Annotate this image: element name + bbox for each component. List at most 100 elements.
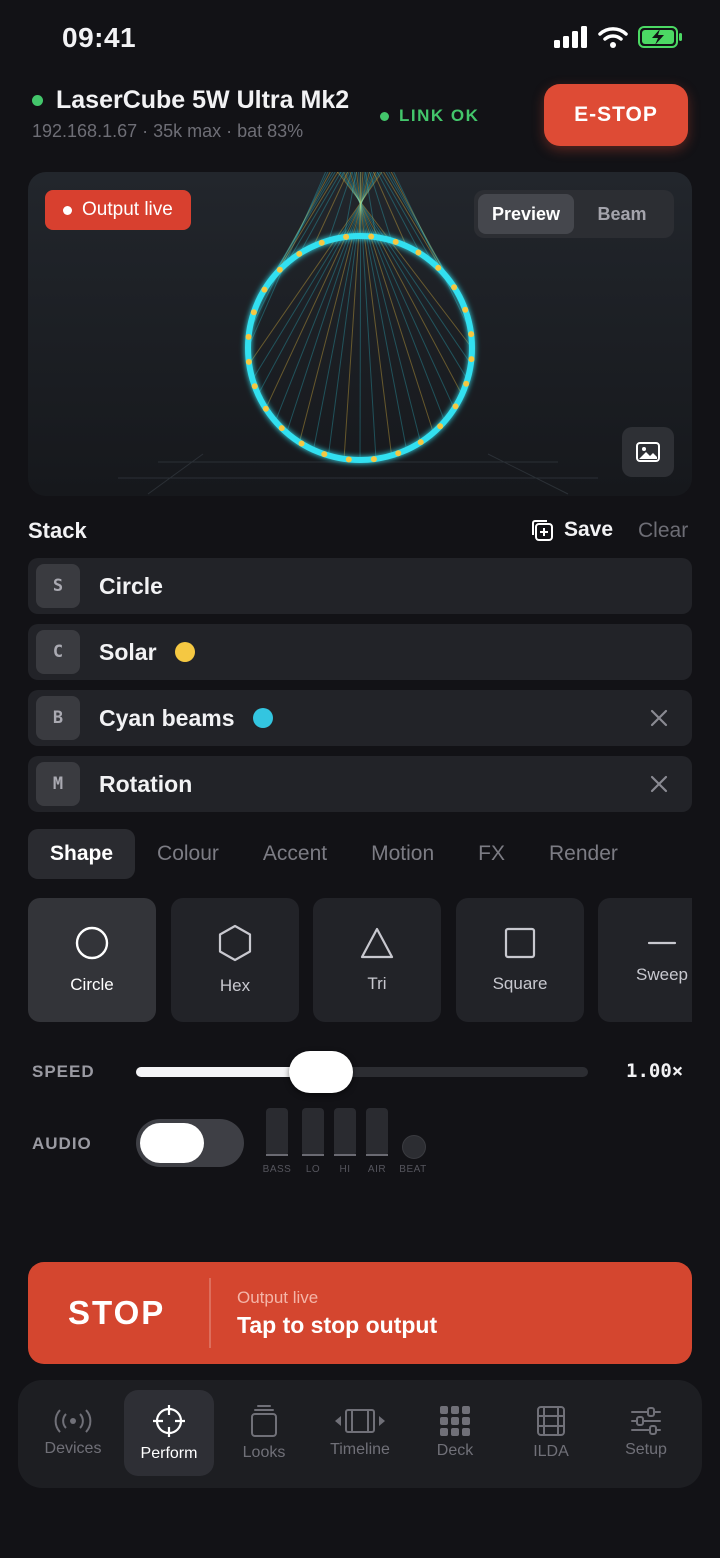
color-dot — [174, 642, 195, 662]
tab-shape[interactable]: Shape — [28, 829, 136, 879]
shape-label: Tri — [367, 974, 387, 993]
square-icon — [504, 927, 536, 959]
accent-point — [368, 233, 375, 240]
save-label: Save — [564, 518, 614, 541]
tab-render[interactable]: Render — [527, 829, 626, 879]
accent-point — [345, 456, 352, 463]
grid-icon — [440, 1406, 470, 1436]
shape-tile-circle[interactable]: Circle — [28, 898, 156, 1022]
battery-charging-icon — [638, 26, 682, 48]
stack-title: Stack — [28, 518, 87, 543]
remove-icon[interactable] — [648, 773, 670, 795]
meter-lo — [302, 1108, 324, 1156]
accent-point — [392, 238, 399, 245]
stack-item-label: Rotation — [99, 770, 193, 797]
meter-label-bass: BASS — [262, 1164, 292, 1175]
nav-label: Devices — [44, 1440, 102, 1457]
estop-button[interactable]: E-STOP — [544, 84, 688, 146]
nav-ilda[interactable]: ILDA — [506, 1390, 596, 1476]
speed-label: SPEED — [32, 1062, 95, 1081]
meter-air — [366, 1108, 388, 1156]
line-icon — [647, 941, 677, 945]
remove-icon[interactable] — [648, 707, 670, 729]
status-icons — [554, 26, 684, 48]
tab-accent[interactable]: Accent — [241, 829, 349, 879]
tab-fx[interactable]: FX — [456, 829, 527, 879]
nav-devices[interactable]: Devices — [28, 1390, 118, 1476]
link-status: LINK OK — [380, 106, 479, 126]
category-tabs: Shape Colour Accent Motion FX Render — [28, 829, 626, 879]
accent-point — [463, 380, 470, 387]
sliders-icon — [631, 1407, 661, 1435]
hexagon-icon — [218, 924, 252, 962]
device-name: LaserCube 5W Ultra Mk2 — [32, 86, 349, 115]
nav-deck[interactable]: Deck — [410, 1390, 500, 1476]
signal-icon — [554, 26, 587, 48]
stack-item-label: Circle — [99, 572, 163, 599]
nav-label: Perform — [140, 1445, 198, 1462]
shape-tile-sweep[interactable]: Sweep — [598, 898, 692, 1022]
accent-point — [435, 264, 442, 271]
accent-point — [245, 333, 252, 340]
status-time: 09:41 — [62, 22, 137, 53]
accent-point — [452, 403, 459, 410]
save-button[interactable]: Save — [530, 518, 613, 542]
nav-looks[interactable]: Looks — [219, 1390, 309, 1476]
shape-tile-hex[interactable]: Hex — [171, 898, 299, 1022]
accent-point — [437, 423, 444, 430]
nav-timeline[interactable]: Timeline — [315, 1390, 405, 1476]
shape-label: Square — [492, 974, 548, 993]
accent-point — [262, 405, 269, 412]
beam-line — [382, 172, 446, 275]
audio-toggle[interactable] — [136, 1119, 244, 1167]
stack-item-solar[interactable]: C Solar — [28, 624, 692, 680]
stop-main-text: Tap to stop output — [237, 1312, 438, 1338]
snapshot-button[interactable] — [622, 427, 674, 477]
output-live-text: Output live — [82, 199, 173, 220]
filmstrip-icon — [537, 1406, 565, 1436]
device-name-text: LaserCube 5W Ultra Mk2 — [56, 86, 350, 114]
accent-point — [296, 250, 303, 257]
mode-preview[interactable]: Preview — [478, 194, 574, 234]
clear-button[interactable]: Clear — [638, 519, 688, 543]
nav-label: ILDA — [533, 1443, 569, 1460]
image-icon — [636, 442, 660, 462]
audio-label: AUDIO — [32, 1134, 92, 1153]
shape-label: Sweep — [636, 965, 688, 984]
accent-point — [468, 356, 475, 363]
beat-indicator — [402, 1135, 426, 1159]
stack-item-rotation[interactable]: M Rotation — [28, 756, 692, 812]
broadcast-icon — [54, 1409, 92, 1433]
mode-beam[interactable]: Beam — [574, 194, 670, 234]
accent-point — [278, 425, 285, 432]
accent-point — [321, 451, 328, 458]
shape-tile-square[interactable]: Square — [456, 898, 584, 1022]
accent-point — [451, 284, 458, 291]
shape-tile-tri[interactable]: Tri — [313, 898, 441, 1022]
beam-line — [379, 172, 434, 264]
accent-point — [468, 331, 475, 338]
nav-perform[interactable]: Perform — [124, 1390, 214, 1476]
shape-picker: Circle Hex Tri Square Sweep — [28, 898, 692, 1024]
link-status-text: LINK OK — [399, 106, 480, 125]
stop-output-button[interactable]: STOP Output live Tap to stop output — [28, 1262, 692, 1364]
tab-motion[interactable]: Motion — [349, 829, 456, 879]
stack-item-cyan-beams[interactable]: B Cyan beams — [28, 690, 692, 746]
stack-item-circle[interactable]: S Circle — [28, 558, 692, 614]
live-dot — [63, 205, 72, 215]
meter-label-beat: BEAT — [399, 1164, 427, 1175]
shape-label: Circle — [70, 975, 114, 994]
stack-key: S — [36, 564, 80, 608]
accent-point — [245, 358, 252, 365]
nav-setup[interactable]: Setup — [601, 1390, 691, 1476]
stop-label: STOP — [68, 1294, 166, 1331]
tab-colour[interactable]: Colour — [135, 829, 241, 879]
output-live-badge: Output live — [45, 190, 191, 230]
stack-key: M — [36, 762, 80, 806]
speed-slider-thumb[interactable] — [289, 1051, 354, 1093]
accent-point — [298, 440, 305, 447]
nav-label: Setup — [625, 1441, 667, 1458]
link-dot — [380, 111, 389, 121]
speed-value: 1.00× — [626, 1060, 684, 1082]
accent-point — [343, 233, 350, 240]
